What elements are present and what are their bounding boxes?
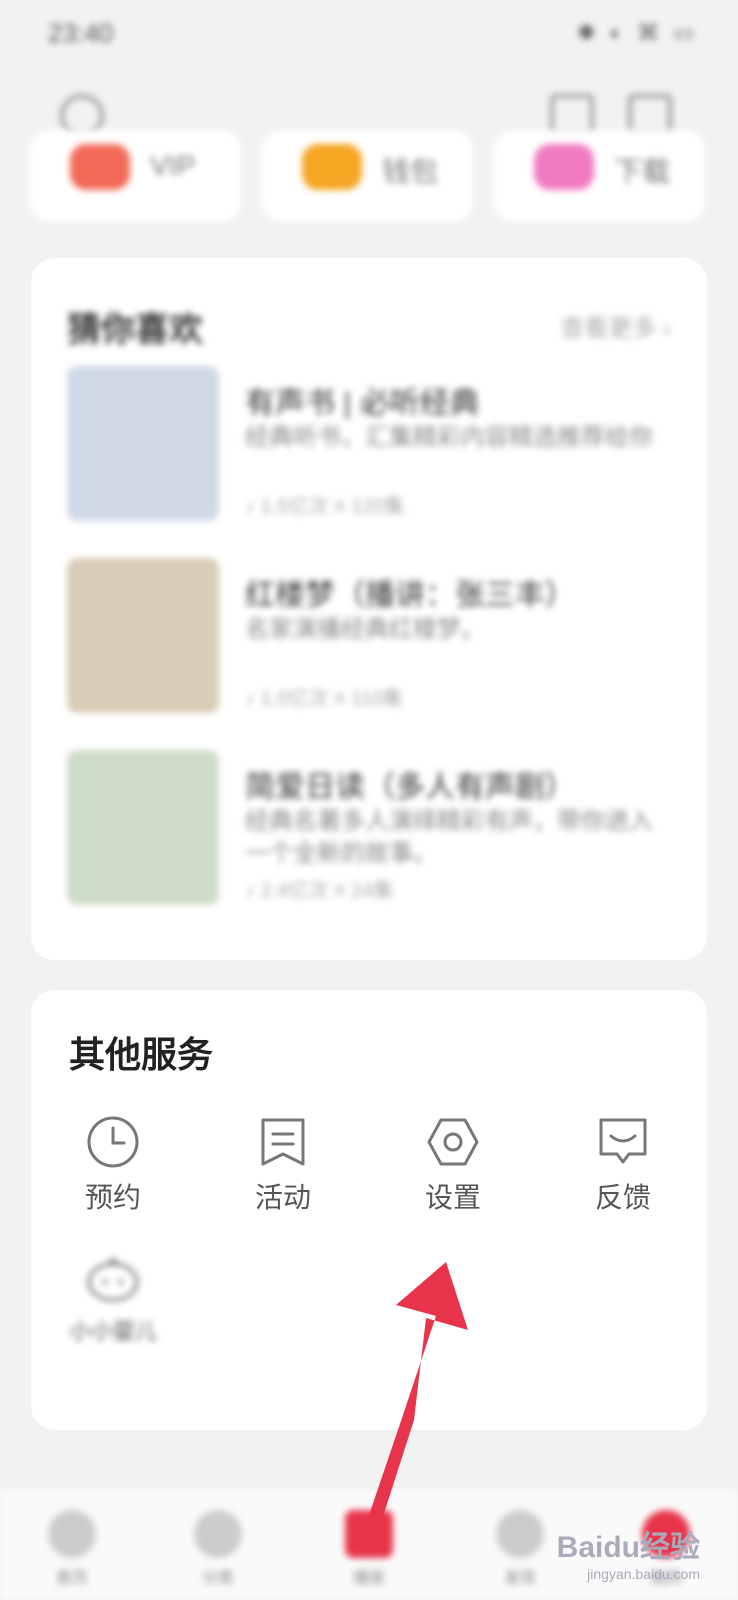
watermark-brand: Baidu经验 <box>556 1531 700 1564</box>
watermark: Baidu经验 jingyan.baidu.com <box>557 1522 700 1582</box>
annotation-arrow <box>364 1262 468 1532</box>
watermark-url: jingyan.baidu.com <box>587 1566 700 1582</box>
